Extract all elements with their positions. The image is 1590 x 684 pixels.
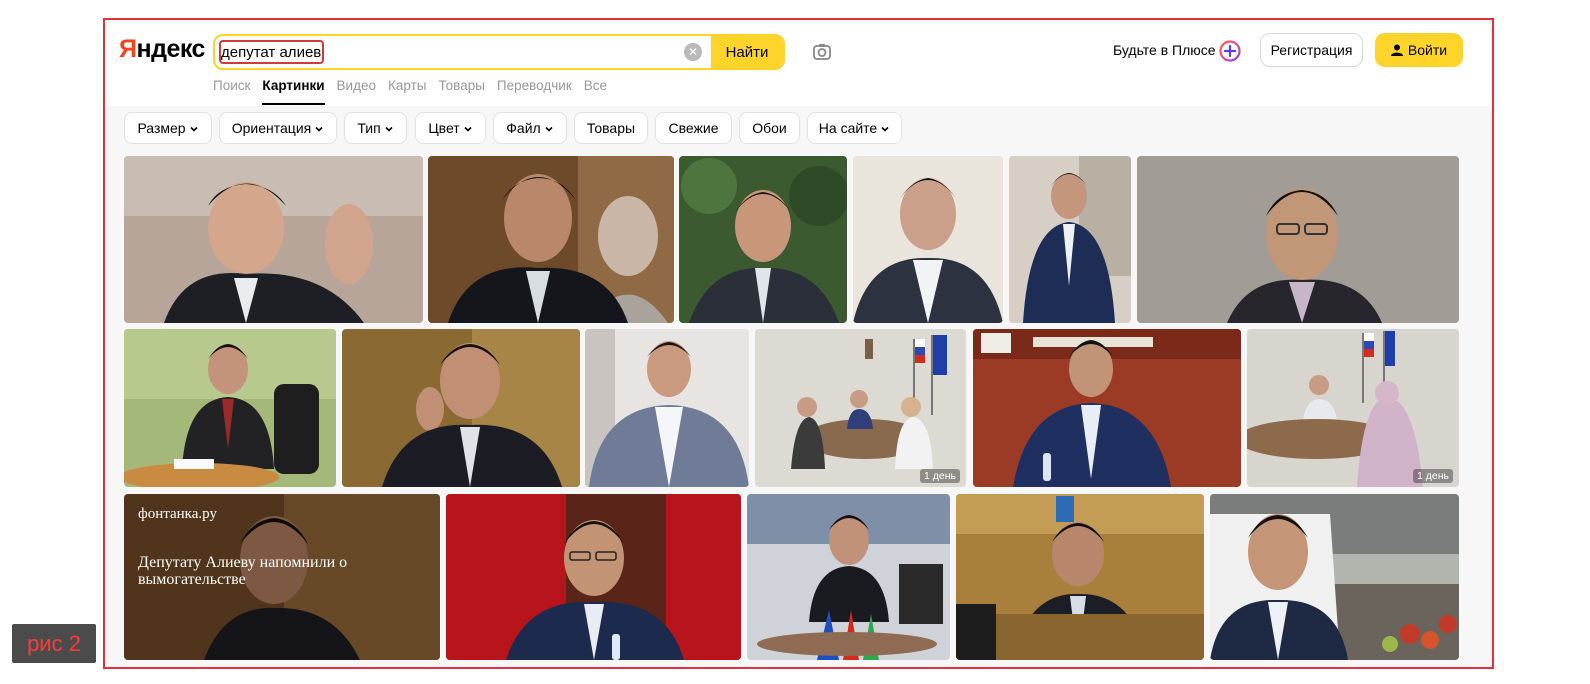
chevron-down-icon — [315, 127, 323, 132]
image-result[interactable] — [124, 329, 336, 487]
header: Яндекс ✕ Найти Будьте в Плюсе Регистраци… — [105, 20, 1492, 107]
screenshot-frame: Яндекс ✕ Найти Будьте в Плюсе Регистраци… — [103, 18, 1494, 669]
tab-images[interactable]: Картинки — [262, 78, 325, 105]
image-result[interactable] — [1009, 156, 1131, 323]
login-label: Войти — [1407, 42, 1448, 58]
chevron-down-icon — [464, 127, 472, 132]
tab-translator[interactable]: Переводчик — [497, 78, 572, 105]
image-result[interactable]: 1 день — [1247, 329, 1459, 487]
filter-bar: Размер Ориентация Тип Цвет Файл Товары С… — [105, 106, 1492, 156]
tab-video[interactable]: Видео — [337, 78, 376, 105]
tab-search[interactable]: Поиск — [213, 78, 250, 105]
login-button[interactable]: Войти — [1375, 33, 1463, 67]
search-box: ✕ Найти — [213, 34, 785, 70]
image-result[interactable] — [1137, 156, 1459, 323]
image-result[interactable] — [585, 329, 749, 487]
tab-all[interactable]: Все — [584, 78, 607, 105]
image-result[interactable] — [124, 156, 423, 323]
image-result[interactable]: фонтанка.ру Депутату Алиеву напомнили о … — [124, 494, 440, 660]
filter-on-site[interactable]: На сайте — [807, 112, 902, 144]
filter-orientation[interactable]: Ориентация — [219, 112, 337, 144]
image-result[interactable] — [973, 329, 1241, 487]
chevron-down-icon — [545, 127, 553, 132]
tab-maps[interactable]: Карты — [388, 78, 426, 105]
yandex-logo[interactable]: Яндекс — [119, 35, 205, 64]
chevron-down-icon — [385, 127, 393, 132]
filter-color[interactable]: Цвет — [415, 112, 486, 144]
plus-icon[interactable] — [1219, 40, 1241, 62]
register-button[interactable]: Регистрация — [1260, 33, 1363, 67]
filter-file[interactable]: Файл — [493, 112, 567, 144]
image-results-grid: 1 день 1 день фонтанка.ру Депутату Алиев… — [105, 156, 1492, 667]
freshness-badge: 1 день — [1413, 469, 1453, 483]
chevron-down-icon — [189, 127, 198, 132]
service-tabs: Поиск Картинки Видео Карты Товары Переводчик В… — [213, 77, 619, 105]
image-result[interactable] — [679, 156, 847, 323]
tab-products[interactable]: Товары — [438, 78, 484, 105]
image-result[interactable] — [853, 156, 1003, 323]
filter-products[interactable]: Товары — [574, 112, 648, 144]
camera-search-icon[interactable] — [811, 41, 833, 63]
image-result[interactable] — [342, 329, 580, 487]
fontanka-logo-text: фонтанка.ру — [138, 506, 217, 522]
clear-search-icon[interactable]: ✕ — [684, 43, 702, 61]
image-result[interactable] — [747, 494, 950, 660]
image-result[interactable] — [446, 494, 741, 660]
search-input[interactable] — [221, 41, 651, 63]
fontanka-logo: фонтанка.ру — [138, 506, 217, 523]
freshness-badge: 1 день — [920, 469, 960, 483]
image-result[interactable]: 1 день — [755, 329, 966, 487]
image-result[interactable] — [956, 494, 1204, 660]
filter-fresh[interactable]: Свежие — [655, 112, 732, 144]
image-result[interactable] — [428, 156, 674, 323]
find-button[interactable]: Найти — [711, 36, 783, 68]
user-icon — [1390, 44, 1403, 56]
filter-wallpapers[interactable]: Обои — [739, 112, 800, 144]
image-caption: Депутату Алиеву напомнили о вымогательст… — [138, 554, 348, 588]
filter-type[interactable]: Тип — [344, 112, 407, 144]
image-result[interactable] — [1210, 494, 1459, 660]
filter-size[interactable]: Размер — [124, 112, 212, 144]
figure-label: рис 2 — [12, 624, 96, 663]
chevron-down-icon — [881, 127, 889, 132]
plus-promo-text[interactable]: Будьте в Плюсе — [1113, 42, 1216, 58]
